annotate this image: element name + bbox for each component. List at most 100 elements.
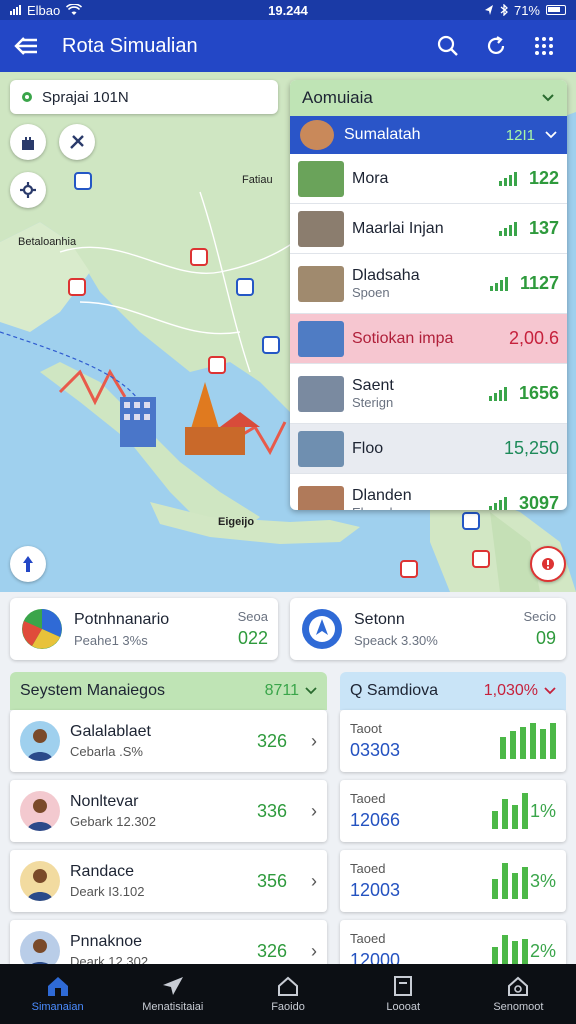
selected-place-name: Sumalatah — [344, 126, 421, 143]
trend-label: Taoed — [350, 861, 386, 876]
location-pin-icon — [22, 92, 32, 102]
page-title: Rota Simualian — [62, 34, 198, 57]
system-list-item[interactable]: Nonltevar Gebark 12.302 336 › — [10, 780, 327, 842]
place-name: Mora — [352, 169, 389, 187]
system-sub: Cebarla .S% — [70, 744, 143, 759]
system-value: 326 — [256, 940, 287, 961]
map-marker[interactable] — [208, 356, 226, 374]
trend-bar — [530, 723, 536, 759]
trends-section-header[interactable]: Q Samdiova 1,030% — [340, 672, 566, 710]
panel-row[interactable]: Maarlai Injan 137 — [290, 204, 567, 254]
alert-marker-button[interactable] — [530, 546, 566, 582]
panel-row-text: Floo — [352, 440, 496, 458]
trend-percent: 2% — [529, 940, 556, 961]
trend-text: Taoed 12003 — [350, 861, 492, 901]
map-marker[interactable] — [190, 248, 208, 266]
map-marker[interactable] — [262, 336, 280, 354]
panel-row[interactable]: Saent Sterign 1656 — [290, 364, 567, 424]
stat-card-setonn[interactable]: Setonn Speack 3.30% Secio 09 — [290, 598, 566, 660]
place-thumbnail — [298, 375, 344, 412]
place-value: 3097 — [518, 493, 559, 510]
panel-header[interactable]: Aomuiaia — [290, 80, 567, 116]
trend-bar — [521, 793, 528, 829]
place-value: 122 — [528, 168, 559, 188]
trend-bar — [510, 731, 516, 759]
panel-row[interactable]: Mora 122 — [290, 154, 567, 204]
nav-label: Menatisitaiai — [142, 1001, 204, 1013]
tools-icon — [70, 135, 84, 149]
trend-text: Taoed 12066 — [350, 791, 492, 831]
map-layer-button[interactable] — [10, 124, 46, 160]
back-button[interactable] — [12, 26, 40, 66]
nav-item-navigation[interactable]: Menatisitaiai — [115, 964, 230, 1024]
simulation-panel: Aomuiaia Sumalatah 12I1 Mora 122 Maarlai I… — [290, 80, 567, 510]
trend-list-item[interactable]: Taoot 03303 — [340, 710, 566, 772]
trend-bar — [520, 727, 526, 759]
section-value: 8711 — [264, 682, 299, 699]
panel-selected-row[interactable]: Sumalatah 12I1 — [290, 116, 567, 154]
panel-row[interactable]: Sotiokan impa 2,00.6 — [290, 314, 567, 364]
bottom-navigation: Simanaian Menatisitaiai Faoido Loooat Se… — [0, 964, 576, 1024]
mini-bars-icon — [488, 496, 507, 510]
trend-list-item[interactable]: Taoed 12066 1% — [340, 780, 566, 842]
stat-side-label: Secio — [523, 609, 556, 624]
panel-row[interactable]: DlandenEloanda 3097 — [290, 474, 567, 510]
map-search-field[interactable]: Sprajai 101N — [10, 80, 278, 114]
system-list-item[interactable]: Randace Deark I3.102 356 › — [10, 850, 327, 912]
selected-place-value: 12I1 — [505, 126, 535, 144]
place-name: Saent — [352, 377, 394, 394]
nav-item-settings[interactable]: Senomoot — [461, 964, 576, 1024]
search-button[interactable] — [428, 26, 468, 66]
battery-icon — [546, 5, 566, 15]
place-value: 137 — [528, 218, 559, 238]
trend-bar — [501, 799, 508, 829]
system-list-item[interactable]: Galalablaet Cebarla .S% 326 › — [10, 710, 327, 772]
stat-side-label: Seoa — [237, 609, 268, 624]
nav-item-logs[interactable]: Loooat — [346, 964, 461, 1024]
chevron-right-icon: › — [311, 940, 317, 961]
chevron-down-icon — [305, 687, 317, 695]
wifi-icon — [66, 4, 83, 15]
trend-bar — [521, 867, 528, 899]
bar-chart-icon — [491, 863, 528, 899]
avatar — [20, 861, 60, 901]
trend-bar — [500, 737, 506, 759]
map-view[interactable]: Sprajai 101N Fatiau Betaloanhia Eigeijo … — [0, 72, 576, 592]
locate-me-button[interactable] — [10, 546, 46, 582]
apps-grid-button[interactable] — [524, 26, 564, 66]
chevron-down-icon — [545, 131, 557, 139]
chevron-right-icon: › — [311, 800, 317, 821]
map-tools-button[interactable] — [59, 124, 95, 160]
nav-label: Loooat — [386, 1001, 421, 1013]
map-marker[interactable] — [462, 512, 480, 530]
nav-item-places[interactable]: Faoido — [230, 964, 345, 1024]
map-filter-button[interactable] — [10, 172, 46, 208]
trend-label: Taoot — [350, 721, 382, 736]
map-marker[interactable] — [400, 560, 418, 578]
system-name: Galalablaet — [70, 723, 151, 740]
place-subtitle: Eloanda — [352, 505, 481, 510]
bar-chart-icon — [491, 793, 528, 829]
sync-button[interactable] — [476, 26, 516, 66]
map-marker[interactable] — [236, 278, 254, 296]
systems-section-header[interactable]: Seystem Manaiegos 8711 — [10, 672, 327, 710]
stat-card-scenario[interactable]: Potnhnanario Peahe1 3%s Seoa 022 — [10, 598, 278, 660]
trend-label: Taoed — [350, 931, 386, 946]
map-marker[interactable] — [74, 172, 92, 190]
panel-row[interactable]: Floo 15,250 — [290, 424, 567, 474]
place-value: 1656 — [518, 383, 559, 403]
map-place-label: Betaloanhia — [18, 236, 77, 248]
place-thumbnail — [298, 320, 344, 357]
bar-chart-icon — [500, 723, 556, 759]
section-title: Seystem Manaiegos — [20, 682, 165, 699]
place-thumbnail — [298, 485, 344, 510]
map-marker[interactable] — [472, 550, 490, 568]
trend-bar — [540, 729, 546, 759]
section-title: Q Samdiova — [350, 682, 439, 699]
panel-row[interactable]: Dladsaha Spoen 1127 — [290, 254, 567, 314]
nav-item-home[interactable]: Simanaian — [0, 964, 115, 1024]
map-marker[interactable] — [68, 278, 86, 296]
trend-list-item[interactable]: Taoed 12003 3% — [340, 850, 566, 912]
chevron-right-icon: › — [311, 730, 317, 751]
place-name: Dladsaha — [352, 267, 420, 284]
